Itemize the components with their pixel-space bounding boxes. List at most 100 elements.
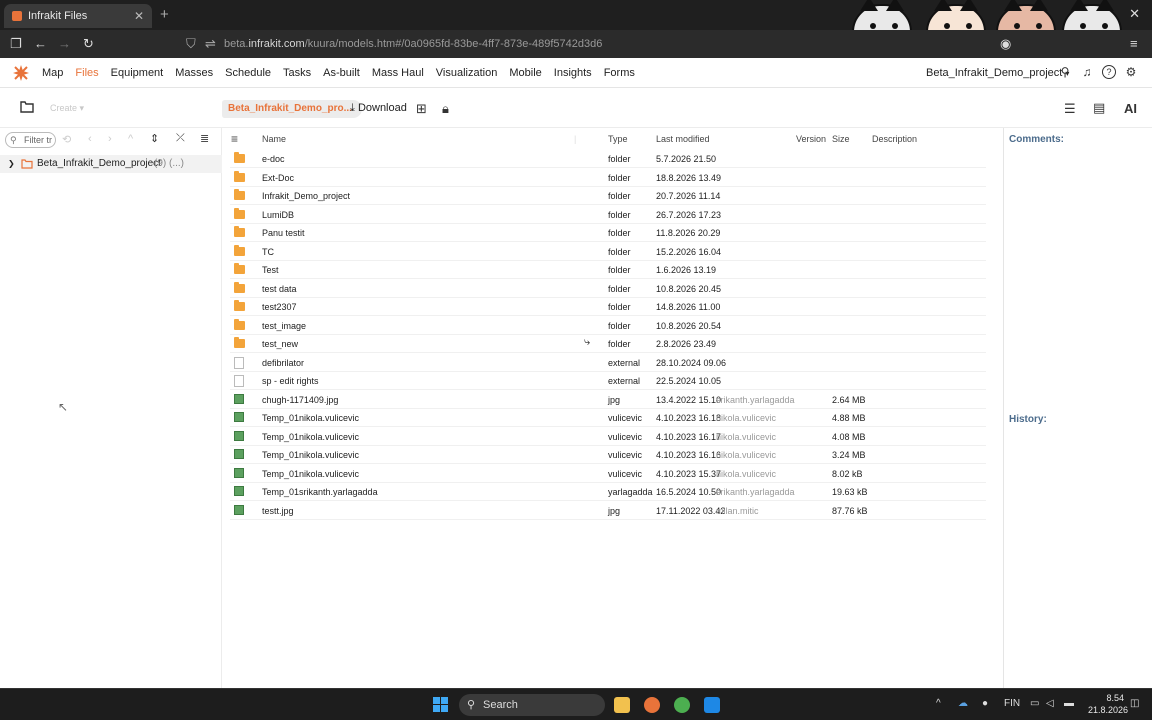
table-row[interactable]: Test folder 1.6.2026 13.19	[230, 261, 986, 279]
gear-icon[interactable]: ⚙	[1124, 65, 1138, 79]
menu-forms[interactable]: Forms	[604, 67, 635, 79]
site-settings-icon[interactable]: ⇌	[205, 36, 216, 52]
tab-actions-icon[interactable]: ❐	[10, 36, 22, 52]
network-icon[interactable]: ▭	[1030, 698, 1039, 709]
window-close-icon[interactable]: ✕	[1129, 6, 1140, 22]
menu-map[interactable]: Map	[42, 67, 63, 79]
header-name[interactable]: Name	[262, 134, 286, 144]
header-version[interactable]: Version	[796, 134, 826, 144]
table-row[interactable]: Temp_01nikola.vulicevic vulicevic 4.10.202…	[230, 409, 986, 427]
list-view-icon[interactable]: ☰	[1064, 101, 1076, 117]
expand-all-icon[interactable]: ⇕	[150, 132, 159, 145]
tab-close-icon[interactable]: ✕	[134, 9, 144, 23]
tree-settings-icon[interactable]: ≣	[200, 132, 209, 145]
nav-back-icon[interactable]: ‹	[88, 133, 92, 145]
table-row[interactable]: Ext-Doc folder 18.8.2026 13.49	[230, 169, 986, 187]
table-row[interactable]: TC folder 15.2.2026 16.04	[230, 243, 986, 261]
lock-icon[interactable]: 🔒︎	[442, 101, 449, 117]
menu-mass-haul[interactable]: Mass Haul	[372, 67, 424, 79]
history-icon[interactable]: ⟲	[62, 133, 71, 146]
language-indicator[interactable]: FIN	[1004, 698, 1020, 709]
table-row[interactable]: Temp_01srikanth.yarlagadda yarlagadda 16.5…	[230, 483, 986, 501]
header-type[interactable]: Type	[608, 134, 628, 144]
reload-icon[interactable]: ↻	[83, 36, 94, 52]
forward-icon[interactable]: →	[58, 36, 71, 51]
url-field[interactable]: beta.infrakit.com/kuura/models.htm#/0a09…	[224, 38, 602, 50]
download-label: Download	[357, 102, 407, 114]
menu-masses[interactable]: Masses	[175, 67, 213, 79]
download-button[interactable]: ⤓ Download	[350, 102, 407, 115]
column-menu-icon[interactable]: ≡	[231, 132, 238, 146]
taskbar-search[interactable]: ⚲ Search	[459, 694, 605, 716]
tray-expand-icon[interactable]: ^	[936, 698, 941, 709]
table-row[interactable]: testt.jpg jpg 17.11.2022 03.42 milan.mitic 8…	[230, 502, 986, 520]
nav-forward-icon[interactable]: ›	[108, 133, 112, 145]
clock[interactable]: 8.54 21.8.2026	[1088, 692, 1128, 716]
header-description[interactable]: Description	[872, 134, 917, 144]
header-size[interactable]: Size	[832, 134, 850, 144]
table-row[interactable]: e-doc folder 5.7.2026 21.50	[230, 150, 986, 168]
create-button[interactable]: Create ▾	[50, 103, 84, 114]
row-modified: 4.10.2023 16.17	[656, 431, 722, 442]
history-title: History:	[1009, 414, 1047, 425]
table-row[interactable]: test data folder 10.8.2026 20.45	[230, 280, 986, 298]
project-select[interactable]: Beta_Infrakit_Demo_project ▾	[926, 67, 1069, 79]
menu-equipment[interactable]: Equipment	[111, 67, 164, 79]
menu-insights[interactable]: Insights	[554, 67, 592, 79]
nav-up-icon[interactable]: ^	[128, 133, 133, 145]
comment-icon[interactable]: ▤	[1093, 100, 1105, 116]
table-row[interactable]: sp - edit rights external 22.5.2024 10.05	[230, 372, 986, 390]
menu-visualization[interactable]: Visualization	[436, 67, 498, 79]
tree-item-root[interactable]: ❯ Beta_Infrakit_Demo_project (9) (...)	[0, 155, 222, 173]
filter-input[interactable]: Filter tr	[5, 132, 56, 148]
row-type: folder	[608, 283, 631, 294]
search-icon[interactable]: ⚲	[1058, 65, 1072, 79]
menu-tasks[interactable]: Tasks	[283, 67, 311, 79]
menu-schedule[interactable]: Schedule	[225, 67, 271, 79]
table-row[interactable]: chugh-1171409.jpg jpg 13.4.2022 15.10 srika…	[230, 391, 986, 409]
profile-icon[interactable]: ◉	[1000, 36, 1011, 52]
file-explorer-icon[interactable]	[614, 697, 630, 713]
collapse-all-icon[interactable]: ⤫	[176, 132, 185, 145]
row-name: test2307	[262, 302, 297, 312]
menu-mobile[interactable]: Mobile	[509, 67, 541, 79]
browser-menu-icon[interactable]: ≡	[1130, 36, 1138, 51]
table-row[interactable]: LumiDB folder 26.7.2026 17.23	[230, 206, 986, 224]
menu-files[interactable]: Files	[75, 67, 98, 79]
browser-tab[interactable]: Infrakit Files ✕	[4, 4, 152, 28]
chrome-icon[interactable]	[674, 697, 690, 713]
table-row[interactable]: defibrilator external 28.10.2024 09.06	[230, 354, 986, 372]
row-type: vulicevic	[608, 413, 643, 423]
table-row[interactable]: Temp_01nikola.vulicevic vulicevic 4.10.202…	[230, 465, 986, 483]
breadcrumb[interactable]: Beta_Infrakit_Demo_pro...	[222, 100, 362, 118]
battery-icon[interactable]: ▬	[1064, 698, 1074, 709]
menu-as-built[interactable]: As-built	[323, 67, 360, 79]
new-tab-icon[interactable]: +	[160, 6, 169, 23]
microphone-icon[interactable]: ●	[982, 698, 988, 709]
table-row[interactable]: Temp_01nikola.vulicevic vulicevic 4.10.202…	[230, 428, 986, 446]
table-row[interactable]: Temp_01nikola.vulicevic vulicevic 4.10.202…	[230, 446, 986, 464]
header-modified[interactable]: Last modified	[656, 134, 710, 144]
back-icon[interactable]: ←	[34, 36, 47, 51]
structure-icon[interactable]: ⊞	[416, 101, 427, 117]
windows-start-icon[interactable]	[433, 697, 449, 713]
table-row[interactable]: Panu testit folder 11.8.2026 20.29	[230, 224, 986, 242]
table-row[interactable]: test2307 folder 14.8.2026 11.00	[230, 298, 986, 316]
shield-icon[interactable]: ⛉	[186, 36, 196, 52]
folder-outline-icon[interactable]	[20, 101, 34, 113]
table-row[interactable]: test_new folder 2.8.2026 23.49	[230, 335, 986, 353]
help-icon[interactable]: ?	[1102, 65, 1116, 79]
table-row[interactable]: Infrakit_Demo_project folder 20.7.2026 11.…	[230, 187, 986, 205]
chevron-right-icon[interactable]: ❯	[8, 155, 15, 173]
outlook-icon[interactable]	[704, 697, 720, 713]
infrakit-logo-icon[interactable]	[12, 64, 30, 82]
onedrive-icon[interactable]: ☁	[958, 698, 968, 709]
volume-icon[interactable]: ◁	[1046, 698, 1054, 709]
firefox-icon[interactable]	[644, 697, 660, 713]
table-row[interactable]: test_image folder 10.8.2026 20.54	[230, 317, 986, 335]
notification-icon[interactable]: ◫	[1130, 698, 1139, 709]
bell-icon[interactable]: ♫	[1080, 65, 1094, 79]
ai-button[interactable]: AI	[1124, 101, 1137, 116]
image-file-icon	[234, 467, 244, 478]
row-name: Temp_01nikola.vulicevic	[262, 468, 360, 479]
